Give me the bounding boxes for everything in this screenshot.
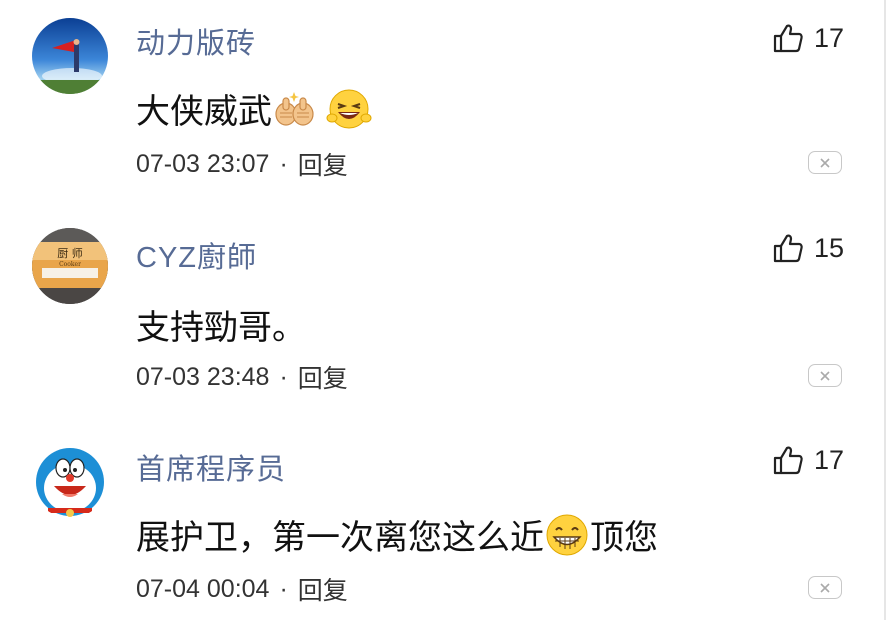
comment-item: 动力版砖 17 大侠威武 07-03 23:07 · 回复 — [0, 0, 886, 212]
reply-link[interactable]: 回复 — [298, 571, 348, 607]
like-count: 17 — [813, 444, 844, 475]
thumbs-up-icon — [773, 24, 803, 53]
close-icon — [820, 582, 830, 593]
grinning-teeth-emoji — [546, 514, 588, 555]
comment-text: 展护卫，第一次离您这么近 — [136, 519, 544, 557]
comment-content: 展护卫，第一次离您这么近 顶您 — [136, 510, 658, 559]
comment-meta: 07-03 23:48 · 回复 — [136, 359, 348, 395]
like-button[interactable]: 17 — [772, 442, 844, 478]
delete-button[interactable] — [808, 364, 842, 387]
comment-content: 大侠威武 — [136, 84, 372, 133]
reply-link[interactable]: 回复 — [298, 359, 348, 395]
avatar-sign-text: 厨 师 — [57, 247, 83, 260]
avatar[interactable] — [32, 442, 108, 518]
like-button[interactable]: 15 — [772, 230, 844, 266]
close-icon — [820, 157, 830, 168]
like-count: 17 — [813, 22, 844, 53]
separator: · — [279, 362, 288, 391]
timestamp: 07-04 00:04 — [136, 574, 270, 603]
reply-link[interactable]: 回复 — [298, 146, 348, 182]
username[interactable]: 首席程序员 — [136, 446, 286, 488]
timestamp: 07-03 23:48 — [136, 362, 270, 391]
comment-text-end: 顶您 — [590, 519, 658, 557]
grinning-squint-emoji — [326, 89, 372, 128]
separator: · — [279, 574, 288, 603]
like-count: 15 — [813, 232, 844, 263]
comment-item: 厨 师 Cooker CYZ廚師 15 支持勁哥。 07-03 23:48 · … — [0, 212, 886, 424]
comment-meta: 07-04 00:04 · 回复 — [136, 571, 348, 607]
timestamp: 07-03 23:07 — [136, 149, 270, 178]
avatar-sign-subtext: Cooker — [59, 261, 81, 268]
avatar[interactable]: 厨 师 Cooker — [32, 228, 108, 304]
avatar[interactable] — [32, 18, 108, 94]
username[interactable]: 动力版砖 — [136, 20, 256, 62]
thumbs-up-hands-emoji — [275, 91, 314, 126]
thumbs-up-icon — [773, 234, 803, 263]
comment-item: 首席程序员 17 展护卫，第一次离您这么近 顶您 07-04 00:04 · 回… — [0, 424, 886, 636]
like-button[interactable]: 17 — [772, 20, 844, 56]
username[interactable]: CYZ廚師 — [136, 234, 257, 276]
thumbs-up-icon — [773, 446, 803, 475]
separator: · — [279, 149, 288, 178]
delete-button[interactable] — [808, 576, 842, 599]
comment-text: 支持勁哥。 — [136, 309, 306, 347]
delete-button[interactable] — [808, 151, 842, 174]
comment-meta: 07-03 23:07 · 回复 — [136, 146, 348, 182]
close-icon — [820, 370, 830, 381]
comment-text: 大侠威武 — [136, 93, 272, 131]
comment-content: 支持勁哥。 — [136, 300, 306, 349]
